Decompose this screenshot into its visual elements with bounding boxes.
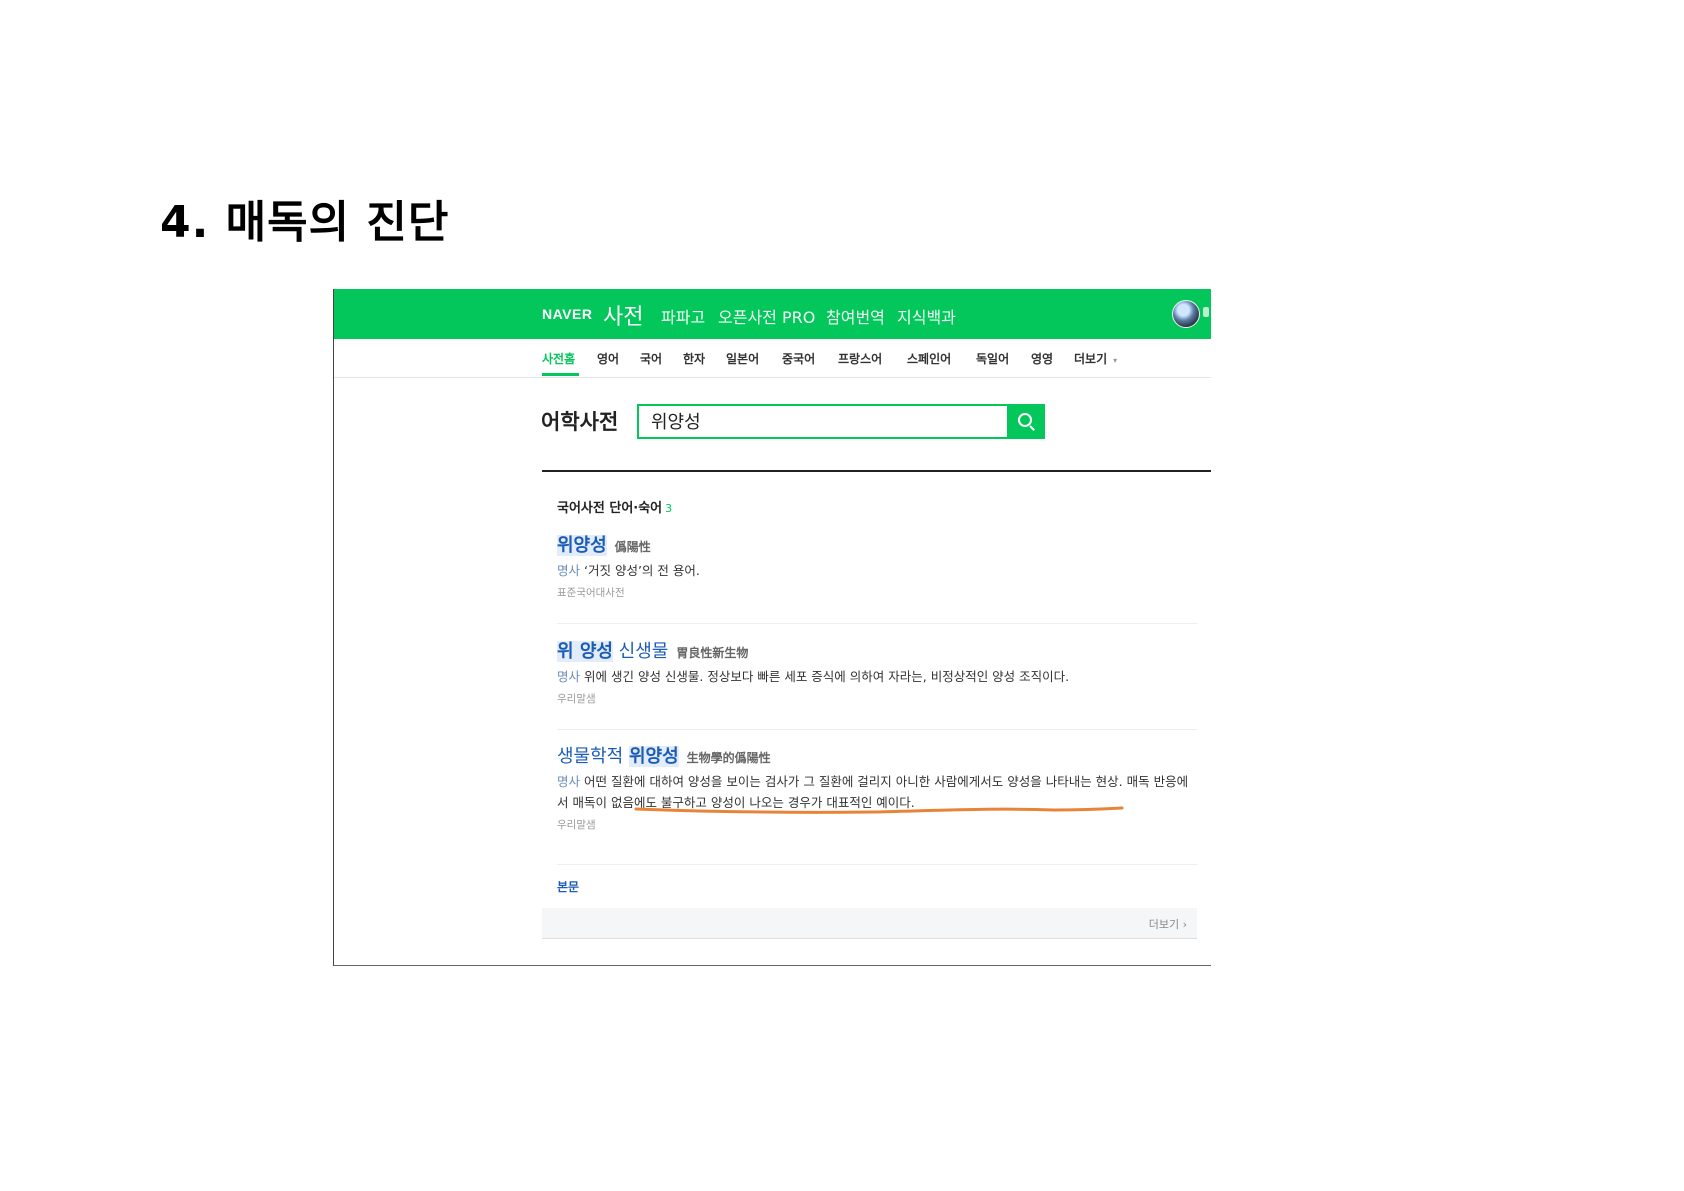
headword-highlight: 위 양성 xyxy=(557,641,613,662)
entry-source[interactable]: 우리말샘 xyxy=(557,817,1197,832)
entry-hanja: 生物學的僞陽性 xyxy=(686,751,771,765)
entry-headword[interactable]: 위 양성 신생물 胃良性新生物 xyxy=(557,637,1197,663)
top-nav: NAVER 사전 파파고 오픈사전 PRO 참여번역 지식백과 xyxy=(334,289,1211,339)
entry-hanja: 僞陽性 xyxy=(614,540,651,554)
annotation-underline xyxy=(634,806,1124,814)
results-divider xyxy=(542,470,1211,472)
active-tab-indicator xyxy=(542,373,579,376)
body-section-title[interactable]: 본문 xyxy=(557,878,579,895)
headword-rest: 신생물 xyxy=(612,641,669,662)
entry-separator xyxy=(557,623,1197,624)
tab-more-label: 더보기 xyxy=(1074,352,1108,366)
naver-logo[interactable]: NAVER xyxy=(542,306,592,322)
entry-definition-text: 위에 생긴 양성 신생물. 정상보다 빠른 세포 증식에 의하여 자라는, 비정… xyxy=(584,669,1070,684)
entry-pos: 명사 xyxy=(557,774,581,789)
tab-more[interactable]: 더보기 ▾ xyxy=(1074,350,1117,367)
tab-japanese[interactable]: 일본어 xyxy=(726,350,759,367)
slide-title: 4. 매독의 진단 xyxy=(160,197,450,248)
menu-knowledge-encyclopedia[interactable]: 지식백과 xyxy=(897,304,956,328)
tab-dictionary-home[interactable]: 사전홈 xyxy=(542,350,575,367)
entry-pos: 명사 xyxy=(557,563,581,578)
search-label: 어학사전 xyxy=(541,410,619,434)
section-title-text: 국어사전 단어·숙어 xyxy=(557,501,663,516)
language-tabs: 사전홈 영어 국어 한자 일본어 중국어 프랑스어 스페인어 독일어 영영 더보… xyxy=(334,339,1211,378)
tab-english-english[interactable]: 영영 xyxy=(1031,350,1053,367)
tab-korean[interactable]: 국어 xyxy=(640,350,662,367)
tab-hanja[interactable]: 한자 xyxy=(683,350,705,367)
headword-highlight: 위양성 xyxy=(557,535,607,556)
search-input[interactable] xyxy=(651,409,971,433)
dictionary-service-title[interactable]: 사전 xyxy=(603,299,643,331)
tab-english[interactable]: 영어 xyxy=(597,350,619,367)
notification-icon[interactable] xyxy=(1203,307,1209,317)
entry-headword[interactable]: 위양성 僞陽性 xyxy=(557,531,1197,557)
entry-hanja: 胃良性新生物 xyxy=(676,646,749,660)
tab-spanish[interactable]: 스페인어 xyxy=(907,350,951,367)
results-section-title: 국어사전 단어·숙어 3 xyxy=(557,497,672,516)
list-item: 생물학적 위양성 生物學的僞陽性 명사 어떤 질환에 대하여 양성을 보이는 검사가… xyxy=(557,742,1197,832)
tab-french[interactable]: 프랑스어 xyxy=(838,350,882,367)
naver-dictionary-screenshot: NAVER 사전 파파고 오픈사전 PRO 참여번역 지식백과 사전홈 영어 국… xyxy=(333,289,1211,966)
tab-german[interactable]: 독일어 xyxy=(976,350,1009,367)
entry-separator xyxy=(557,864,1197,865)
entry-definition-text: ‘거짓 양성’의 전 용어. xyxy=(584,563,700,578)
search-box xyxy=(637,404,1010,439)
entry-source[interactable]: 우리말샘 xyxy=(557,691,1197,706)
list-item: 위 양성 신생물 胃良性新生物 명사 위에 생긴 양성 신생물. 정상보다 빠른 세… xyxy=(557,637,1197,706)
entry-headword[interactable]: 생물학적 위양성 生物學的僞陽性 xyxy=(557,742,1197,768)
headword-rest: 생물학적 xyxy=(557,746,629,767)
more-link[interactable]: 더보기 › xyxy=(1149,916,1187,932)
more-bar: 더보기 › xyxy=(542,908,1197,939)
entry-definition: 명사 위에 생긴 양성 신생물. 정상보다 빠른 세포 증식에 의하여 자라는, … xyxy=(557,666,1197,687)
headword-highlight: 위양성 xyxy=(628,746,679,767)
list-item: 위양성 僞陽性 명사 ‘거짓 양성’의 전 용어. 표준국어대사전 xyxy=(557,531,1197,600)
entry-pos: 명사 xyxy=(557,669,581,684)
result-count: 3 xyxy=(665,502,673,515)
menu-participation-translation[interactable]: 참여번역 xyxy=(826,304,885,328)
menu-papago[interactable]: 파파고 xyxy=(661,304,705,328)
chevron-down-icon: ▾ xyxy=(1113,356,1118,365)
entry-separator xyxy=(557,729,1197,730)
search-button[interactable] xyxy=(1007,404,1045,439)
entry-definition: 명사 ‘거짓 양성’의 전 용어. xyxy=(557,560,1197,581)
avatar[interactable] xyxy=(1172,300,1200,328)
search-icon-handle xyxy=(1029,425,1035,431)
menu-open-dictionary-pro[interactable]: 오픈사전 PRO xyxy=(718,304,815,328)
tab-chinese[interactable]: 중국어 xyxy=(782,350,815,367)
entry-source[interactable]: 표준국어대사전 xyxy=(557,585,1197,600)
